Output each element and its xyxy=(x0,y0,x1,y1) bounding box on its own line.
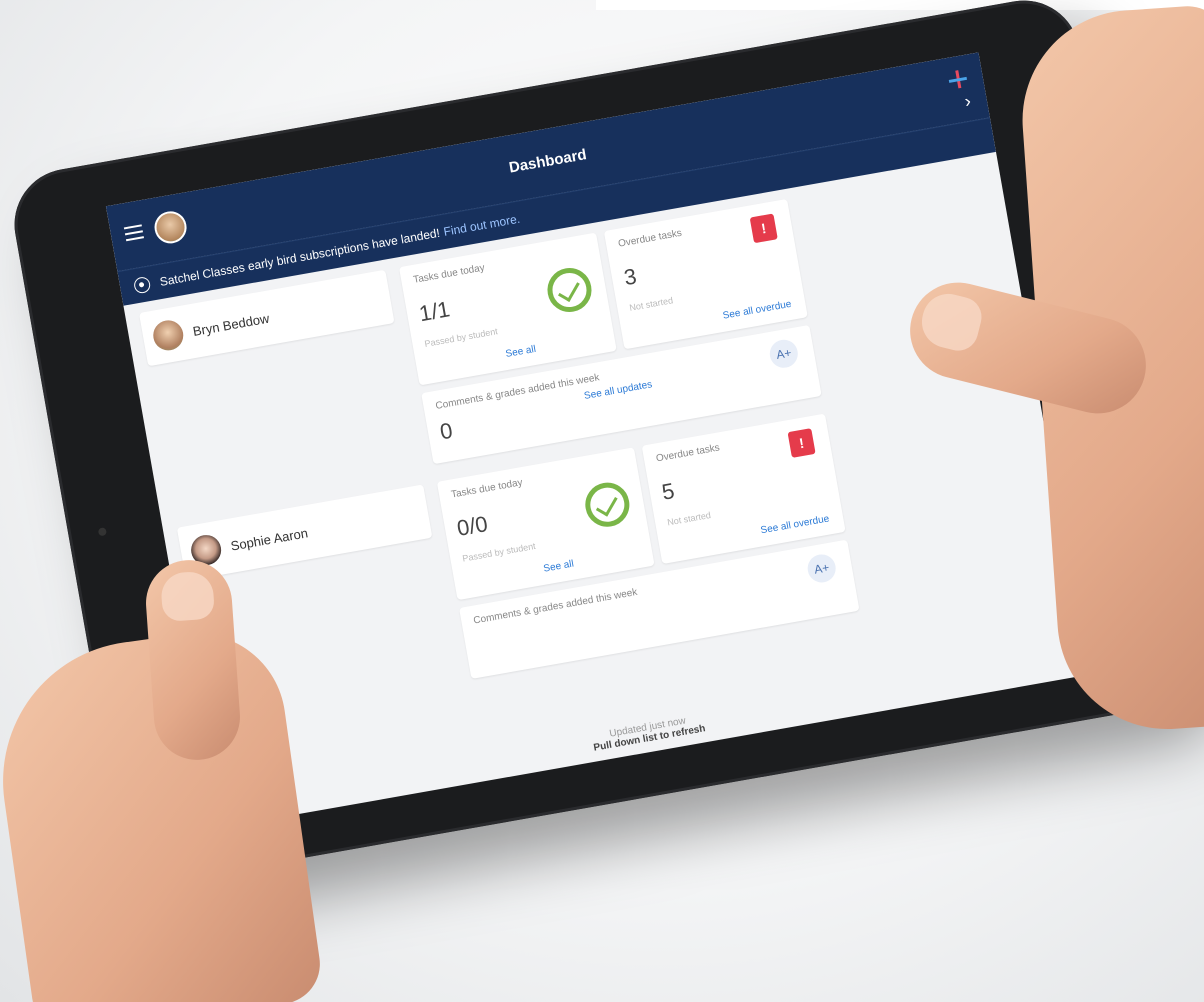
see-all-overdue-link[interactable]: See all overdue xyxy=(722,299,792,322)
top-edge-bar xyxy=(596,0,1204,10)
overdue-tasks-card[interactable]: Overdue tasks 5 Not started ! See all ov… xyxy=(641,413,846,565)
student-name: Bryn Beddow xyxy=(191,310,271,339)
right-thumbnail xyxy=(916,288,986,355)
alert-clipboard-icon: ! xyxy=(749,213,778,244)
left-thumbnail xyxy=(159,570,216,622)
tasks-due-card[interactable]: Tasks due today 0/0 Passed by student Se… xyxy=(436,447,655,601)
overdue-tasks-card[interactable]: Overdue tasks 3 Not started ! See all ov… xyxy=(603,198,808,350)
see-all-link[interactable]: See all xyxy=(505,344,537,360)
alert-clipboard-icon: ! xyxy=(787,428,816,458)
camera-dot xyxy=(97,527,108,537)
add-icon[interactable] xyxy=(947,69,968,90)
left-thumb xyxy=(143,557,243,763)
tasks-due-card[interactable]: Tasks due today 1/1 Passed by student Se… xyxy=(398,232,617,386)
see-all-overdue-link[interactable]: See all overdue xyxy=(760,513,830,536)
banner-link[interactable]: Find out more. xyxy=(442,212,521,239)
student-cards: Tasks due today 0/0 Passed by student Se… xyxy=(436,413,866,679)
see-all-link[interactable]: See all xyxy=(543,559,575,575)
announcement-icon xyxy=(132,275,152,295)
student-avatar xyxy=(150,318,186,353)
student-name: Sophie Aaron xyxy=(229,524,309,554)
photo-scene: Dashboard › Satchel Classes early bird s… xyxy=(0,0,1204,1002)
